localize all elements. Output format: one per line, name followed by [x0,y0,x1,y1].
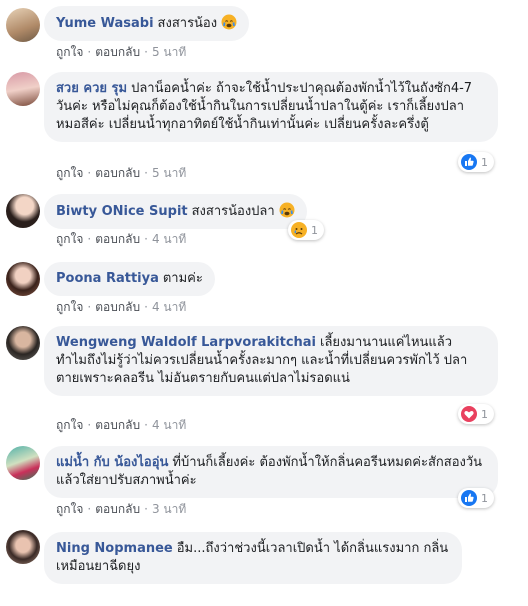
reaction-summary[interactable]: 1 [288,220,324,240]
reply-link[interactable]: ตอบกลับ [95,416,140,435]
avatar[interactable] [6,446,40,480]
reaction-count: 1 [481,407,488,421]
comment: สวย ควย รุม ปลาน็อคน้ำค่ะ ถ้าจะใช้น้ำประป… [0,70,528,190]
reply-link[interactable]: ตอบกลับ [95,298,140,317]
reaction-count: 1 [481,155,488,169]
comment-bubble: Biwty ONice Supit สงสารน้องปลา [44,194,307,229]
comment-actions: ถูกใจ · ตอบกลับ · 4 นาที [56,230,186,249]
avatar[interactable] [6,8,40,42]
reply-link[interactable]: ตอบกลับ [95,500,140,519]
reply-link[interactable]: ตอบกลับ [95,230,140,249]
comment-bubble: แม่น้ำ กับ น้องไออุ่น ที่บ้านก็เลี้ยงค่ะ … [44,446,498,498]
separator: · [87,166,92,180]
reaction-count: 1 [311,223,318,237]
comment: Yume Wasabi สงสารน้อง ถูกใจ · ตอบกลับ · 5 นาท… [0,0,528,62]
comment-bubble: Poona Rattiya ตามค่ะ [44,262,215,296]
like-reaction-icon [461,490,477,506]
comment-author[interactable]: สวย ควย รุม [56,81,127,96]
comment-time[interactable]: 3 นาที [152,500,186,519]
comment-bubble: Wengweng Waldolf Larpvorakitchai เลี้ยงมา… [44,326,498,396]
separator: · [144,502,148,516]
reaction-summary[interactable]: 1 [458,488,494,508]
comment-author[interactable]: แม่น้ำ กับ น้องไออุ่น [56,455,168,470]
separator: · [144,418,148,432]
comment-actions: ถูกใจ · ตอบกลับ · 5 นาที [56,43,186,62]
like-link[interactable]: ถูกใจ [56,230,83,249]
like-link[interactable]: ถูกใจ [56,416,83,435]
comment-bubble: Yume Wasabi สงสารน้อง [44,6,250,41]
comment: Wengweng Waldolf Larpvorakitchai เลี้ยงมา… [0,322,528,440]
comment-author[interactable]: Yume Wasabi [56,16,154,31]
separator: · [144,45,148,59]
separator: · [144,166,148,180]
comment-actions: ถูกใจ · ตอบกลับ · 3 นาที [56,500,186,519]
comment-author[interactable]: Ning Nopmanee [56,541,173,556]
comment-bubble: Ning Nopmanee อืม...ถึงว่าช่วงนี้เวลาเปิด… [44,532,462,584]
separator: · [87,232,92,246]
separator: · [87,418,92,432]
comment-actions: ถูกใจ · ตอบกลับ · 5 นาที [56,164,186,183]
avatar[interactable] [6,72,40,106]
comment-time[interactable]: 4 นาที [152,298,186,317]
comment-actions: ถูกใจ · ตอบกลับ · 4 นาที [56,298,186,317]
like-link[interactable]: ถูกใจ [56,500,83,519]
reaction-count: 1 [481,491,488,505]
separator: · [87,502,92,516]
comment-bubble: สวย ควย รุม ปลาน็อคน้ำค่ะ ถ้าจะใช้น้ำประป… [44,72,498,142]
comment-text: ตามค่ะ [162,271,203,286]
love-reaction-icon [461,406,477,422]
comment-time[interactable]: 5 นาที [152,43,186,62]
comment-author[interactable]: Poona Rattiya [56,271,159,286]
reaction-summary[interactable]: 1 [458,404,494,424]
reply-link[interactable]: ตอบกลับ [95,164,140,183]
separator: · [87,45,92,59]
comment-time[interactable]: 4 นาที [152,230,186,249]
comment: Ning Nopmanee อืม...ถึงว่าช่วงนี้เวลาเปิด… [0,528,528,606]
like-link[interactable]: ถูกใจ [56,298,83,317]
comment-time[interactable]: 4 นาที [152,416,186,435]
like-link[interactable]: ถูกใจ [56,43,83,62]
avatar[interactable] [6,530,40,564]
comment-author[interactable]: Wengweng Waldolf Larpvorakitchai [56,335,316,350]
comment: Biwty ONice Supit สงสารน้องปลา 1 ถูกใจ · ตอ… [0,190,528,252]
sad-reaction-icon [291,222,307,238]
comment-actions: ถูกใจ · ตอบกลับ · 4 นาที [56,416,186,435]
comment-text: สงสารน้องปลา [191,204,275,219]
comment-time[interactable]: 5 นาที [152,164,186,183]
comment: Poona Rattiya ตามค่ะ ถูกใจ · ตอบกลับ · 4 นาที [0,256,528,318]
reply-link[interactable]: ตอบกลับ [95,43,140,62]
like-link[interactable]: ถูกใจ [56,164,83,183]
like-reaction-icon [461,154,477,170]
comment-author[interactable]: Biwty ONice Supit [56,204,188,219]
comment-text: สงสารน้อง [157,16,218,31]
separator: · [144,232,148,246]
crying-face-icon [221,14,237,30]
separator: · [87,300,92,314]
separator: · [144,300,148,314]
avatar[interactable] [6,326,40,360]
avatar[interactable] [6,262,40,296]
reaction-summary[interactable]: 1 [458,152,494,172]
comment: แม่น้ำ กับ น้องไออุ่น ที่บ้านก็เลี้ยงค่ะ … [0,442,528,522]
crying-face-icon [279,202,295,218]
avatar[interactable] [6,194,40,228]
